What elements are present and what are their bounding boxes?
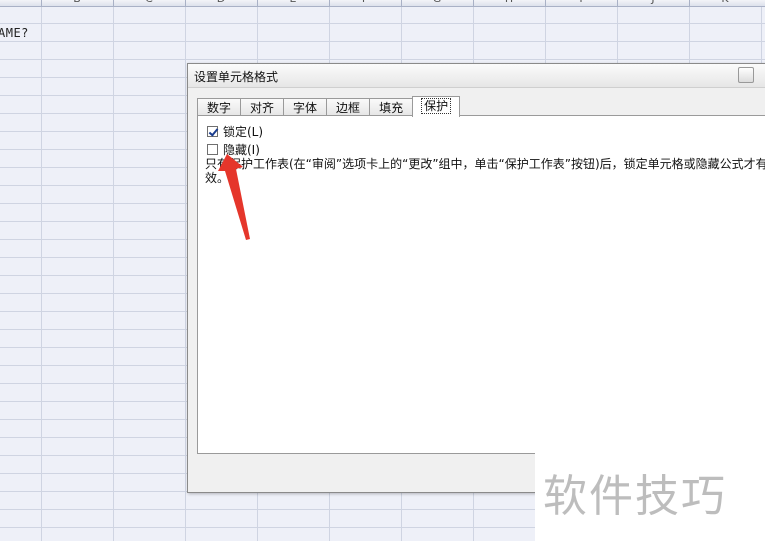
dialog-titlebar[interactable]: 设置单元格格式 [188, 64, 765, 88]
column-header-c[interactable]: C [113, 0, 185, 5]
hidden-option[interactable]: 隐藏(I) [207, 141, 260, 158]
protection-description: 只有保护工作表(在“审阅”选项卡上的“更改”组中，单击“保护工作表”按钮)后，锁… [205, 157, 765, 185]
hidden-label[interactable]: 隐藏(I) [223, 141, 260, 158]
dialog-title: 设置单元格格式 [194, 70, 279, 84]
tab-label: 保护 [421, 98, 452, 114]
tab-label: 字体 [293, 101, 318, 115]
help-button[interactable] [738, 67, 754, 83]
column-header-g[interactable]: G [401, 0, 473, 5]
column-header-b[interactable]: B [41, 0, 113, 5]
locked-option[interactable]: 锁定(L) [207, 123, 263, 140]
locked-checkbox[interactable] [207, 125, 218, 137]
column-header-d[interactable]: D [185, 0, 257, 5]
tab-label: 数字 [207, 101, 232, 115]
column-header-k[interactable]: K [689, 0, 761, 5]
tab-label: 对齐 [250, 101, 275, 115]
cell-value[interactable]: AME? [0, 26, 29, 40]
tab-label: 填充 [379, 101, 404, 115]
tab-strip: 数字 对齐 字体 边框 填充 保护 [197, 96, 461, 117]
column-header-bar: B C D E F G H I J K [0, 0, 765, 7]
format-cells-dialog: 设置单元格格式 数字 对齐 字体 边框 填充 保护 锁定(L) 隐藏(I) 只有… [187, 63, 765, 493]
locked-label[interactable]: 锁定(L) [223, 123, 263, 140]
column-header-h[interactable]: H [473, 0, 545, 5]
protection-panel: 锁定(L) 隐藏(I) 只有保护工作表(在“审阅”选项卡上的“更改”组中，单击“… [197, 115, 765, 454]
hidden-checkbox[interactable] [207, 143, 218, 155]
tab-protection[interactable]: 保护 [412, 96, 461, 117]
column-header-f[interactable]: F [329, 0, 401, 5]
column-header-e[interactable]: E [257, 0, 329, 5]
column-header-j[interactable]: J [617, 0, 689, 5]
watermark-text: 软件技巧 [543, 471, 727, 522]
watermark: 软件技巧 [535, 452, 765, 541]
tab-label: 边框 [336, 101, 361, 115]
column-header-i[interactable]: I [545, 0, 617, 5]
